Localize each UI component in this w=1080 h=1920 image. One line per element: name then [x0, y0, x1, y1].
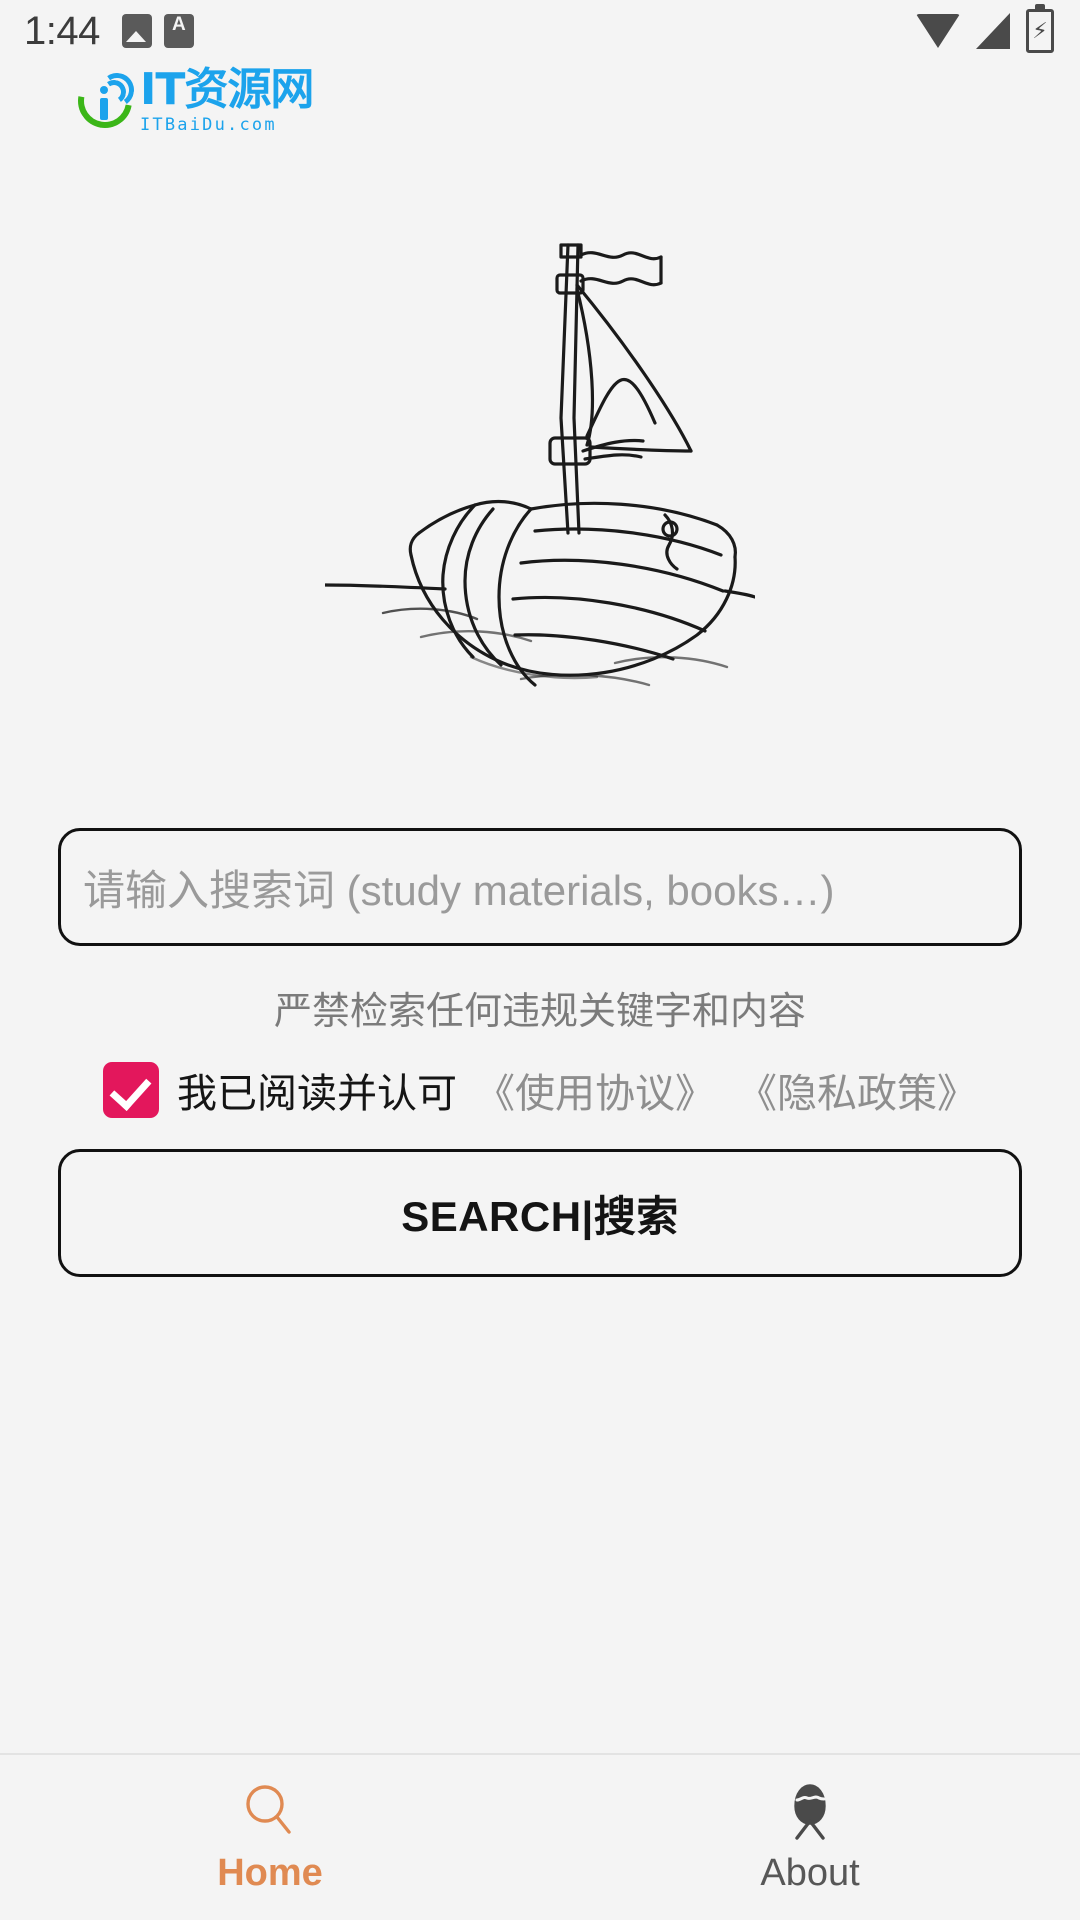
privacy-policy-link[interactable]: 《隐私政策》 — [737, 1061, 977, 1119]
signal-icon — [976, 13, 1010, 49]
sailboat-illustration — [0, 168, 1080, 768]
battery-charging-icon: ⚡ — [1026, 4, 1054, 53]
nav-item-home-label: Home — [217, 1852, 323, 1894]
app-logo-text: IT资源网 ITBaiDu.com — [140, 64, 314, 135]
photo-icon — [121, 14, 152, 48]
wifi-icon — [916, 14, 960, 48]
search-input[interactable]: 请输入搜索词 (study materials, books…) — [58, 828, 1022, 946]
agreement-row[interactable]: 我已阅读并认可 《使用协议》 《隐私政策》 — [58, 1061, 1022, 1119]
search-warning-text: 严禁检索任何违规关键字和内容 — [273, 991, 806, 1033]
agreement-checkbox[interactable] — [103, 1062, 159, 1118]
app-logo-title: IT资源网 — [140, 64, 314, 115]
app-logo-subtitle: ITBaiDu.com — [140, 115, 277, 135]
nav-item-about-label: About — [760, 1852, 860, 1894]
search-button-label: SEARCH|搜索 — [401, 1192, 679, 1240]
status-right-icons: ⚡ — [916, 4, 1054, 53]
search-input-placeholder: 请输入搜索词 (study materials, books…) — [83, 866, 835, 914]
letter-a-icon: A — [163, 14, 194, 48]
app-logo-area: IT资源网 ITBaiDu.com — [0, 62, 1080, 139]
agreement-label: 我已阅读并认可 — [177, 1072, 457, 1116]
terms-of-use-link[interactable]: 《使用协议》 — [475, 1061, 715, 1119]
bottom-navigation-bar: Home About — [0, 1753, 1080, 1920]
status-left-icons: A — [121, 14, 194, 48]
status-bar: 1:44 A ⚡ — [0, 0, 1080, 62]
search-icon — [239, 1780, 301, 1842]
app-screen: 1:44 A ⚡ IT资源网 ITBaiDu.com 请输入搜索词 (study… — [0, 0, 1080, 1920]
status-clock: 1:44 — [24, 8, 100, 53]
nav-item-home[interactable]: Home — [0, 1780, 540, 1895]
app-logo[interactable]: IT资源网 ITBaiDu.com — [67, 63, 314, 139]
sailboat-line-drawing-icon — [325, 243, 755, 687]
it-resource-network-logo-icon — [67, 63, 143, 139]
search-button[interactable]: SEARCH|搜索 — [58, 1149, 1022, 1277]
battery-bolt-glyph: ⚡ — [1032, 18, 1048, 43]
person-icon — [779, 1780, 841, 1842]
main-content: 请输入搜索词 (study materials, books…) 严禁检索任何违… — [0, 768, 1080, 1753]
content-filler — [58, 1277, 1022, 1753]
nav-item-about[interactable]: About — [540, 1780, 1080, 1895]
